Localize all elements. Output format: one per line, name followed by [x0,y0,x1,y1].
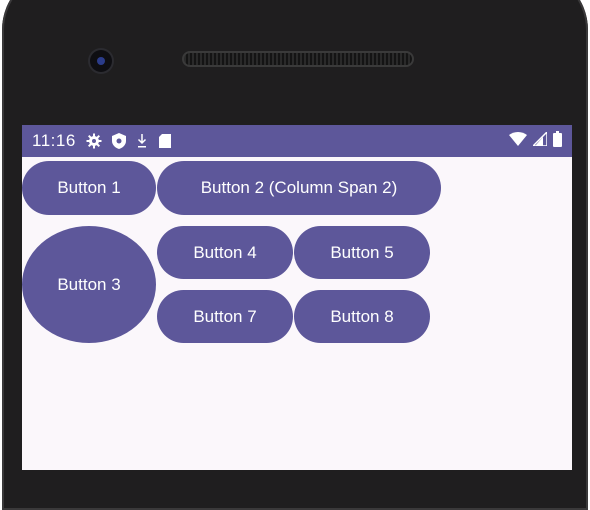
button-1[interactable]: Button 1 [22,161,156,215]
button-5[interactable]: Button 5 [294,226,430,279]
phone-frame: 11:16 Button 1 Button 2 (Column Span 2) … [0,0,590,510]
button-7[interactable]: Button 7 [157,290,293,343]
button-3[interactable]: Button 3 [22,226,156,343]
button-grid: Button 1 Button 2 (Column Span 2) Button… [22,157,572,470]
shield-icon [111,133,126,149]
sd-card-icon [158,133,172,149]
battery-icon [553,130,562,152]
button-8[interactable]: Button 8 [294,290,430,343]
gear-icon [86,133,102,149]
status-time: 11:16 [32,131,76,150]
wifi-icon [509,131,527,151]
cellular-signal-icon [531,130,548,151]
button-2-column-span-2[interactable]: Button 2 (Column Span 2) [157,161,441,215]
status-right [509,130,562,152]
screen: 11:16 Button 1 Button 2 (Column Span 2) … [22,125,572,470]
earpiece-speaker [184,53,412,65]
button-4[interactable]: Button 4 [157,226,293,279]
status-bar: 11:16 [22,125,572,157]
download-icon [136,133,148,149]
front-camera [90,50,112,72]
